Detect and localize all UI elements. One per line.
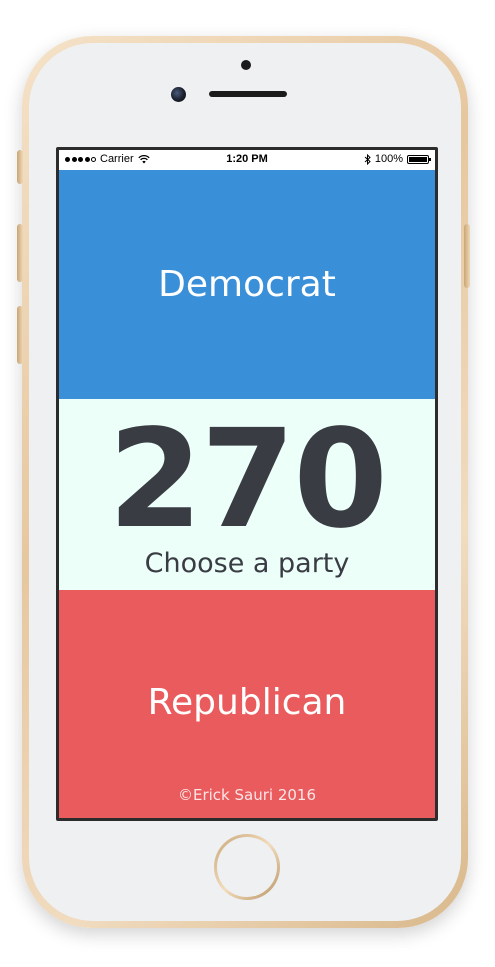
battery-icon — [407, 154, 431, 164]
volume-down-button — [17, 306, 23, 364]
bluetooth-icon — [364, 153, 371, 165]
power-button — [464, 224, 470, 288]
proximity-sensor — [241, 60, 251, 70]
choose-party-prompt: Choose a party — [144, 548, 350, 579]
status-right: 100% — [364, 153, 431, 165]
center-panel: 270 Choose a party — [59, 399, 435, 590]
phone-screen: Carrier 1:20 PM 100% Democrat 270 Choose… — [56, 147, 438, 821]
front-camera-icon — [171, 87, 186, 102]
copyright-text: ©Erick Sauri 2016 — [177, 786, 316, 804]
electoral-number: 270 — [108, 401, 388, 559]
republican-label: Republican — [147, 682, 347, 723]
mute-switch — [17, 150, 23, 184]
republican-button[interactable]: Republican ©Erick Sauri 2016 — [59, 590, 435, 818]
democrat-button[interactable]: Democrat — [59, 170, 435, 399]
status-bar: Carrier 1:20 PM 100% — [59, 150, 435, 170]
volume-up-button — [17, 224, 23, 282]
earpiece-speaker — [209, 91, 287, 97]
battery-percent: 100% — [374, 153, 403, 165]
app-screen: Carrier 1:20 PM 100% Democrat 270 Choose… — [59, 150, 435, 818]
democrat-label: Democrat — [158, 264, 336, 305]
home-button[interactable] — [214, 834, 280, 900]
